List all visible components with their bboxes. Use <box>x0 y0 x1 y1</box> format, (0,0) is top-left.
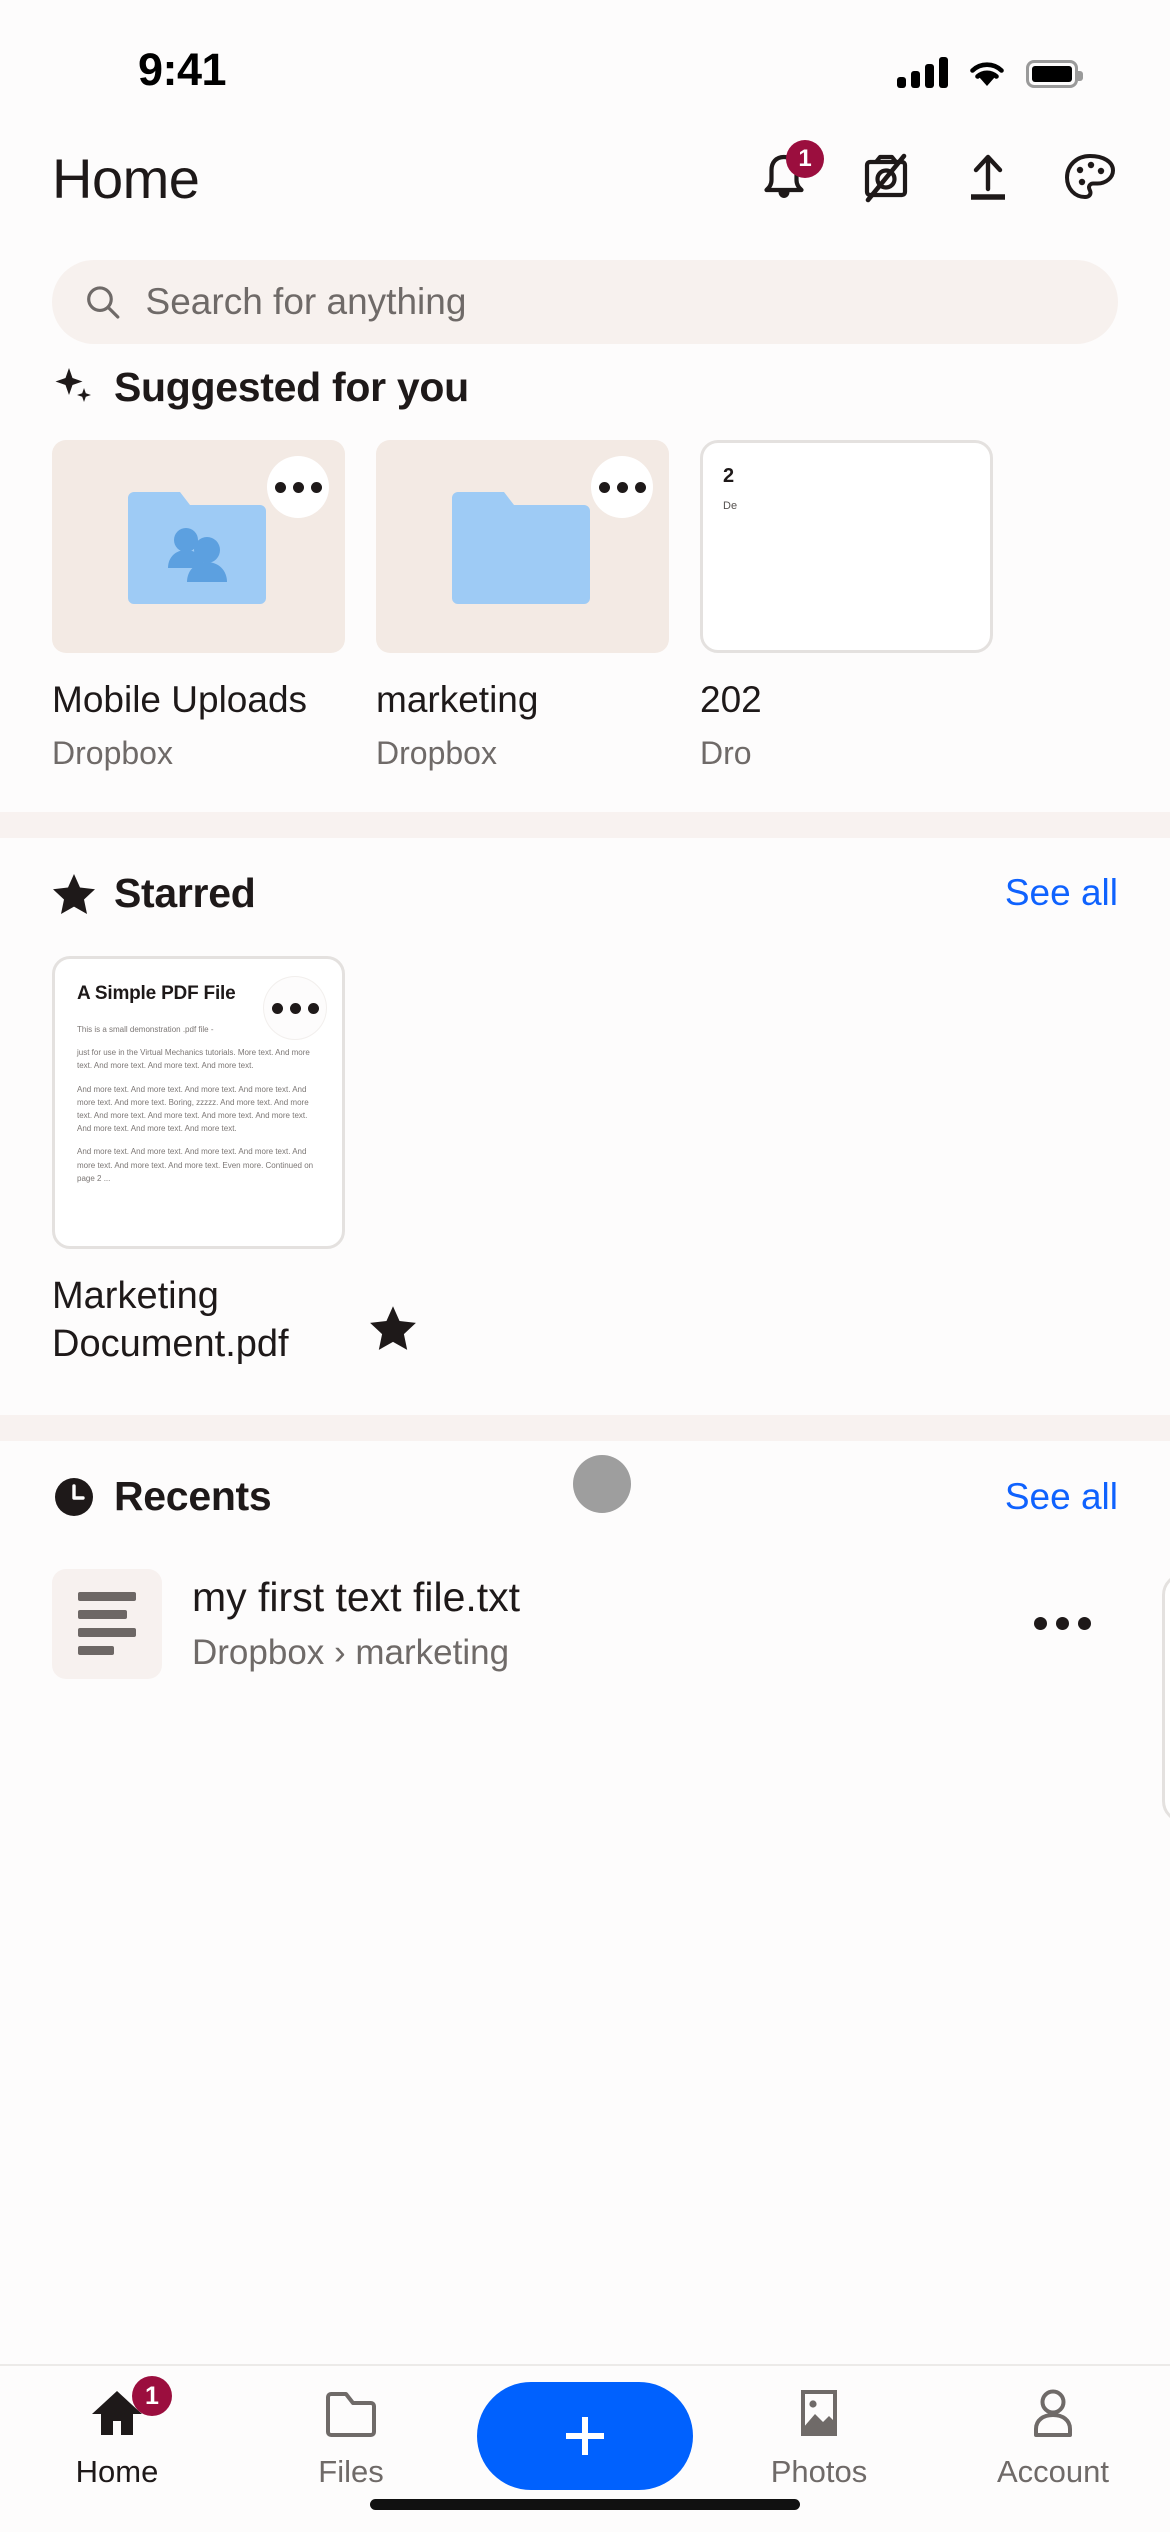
starred-header: Starred See all <box>0 838 1170 948</box>
suggested-card[interactable]: 2 De 202 Dro <box>700 440 993 772</box>
list-item-path: Dropbox › marketing <box>192 1633 510 1673</box>
recents-header: Recents See all <box>0 1441 1170 1553</box>
status-bar-indicators <box>897 48 1083 88</box>
star-icon <box>53 874 95 914</box>
suggested-card-thumbnail <box>52 440 345 653</box>
star-filled-icon[interactable] <box>368 1303 418 1351</box>
camera-uploads-button[interactable] <box>858 150 914 206</box>
search-section <box>0 234 1170 344</box>
tab-files[interactable]: Files <box>234 2382 468 2490</box>
touch-indicator <box>573 1454 631 1513</box>
folder-icon <box>326 2392 376 2437</box>
starred-item[interactable]: A Simple PDF File This is a small demons… <box>52 956 416 1369</box>
camera-slash-icon <box>864 153 908 203</box>
suggested-card[interactable]: marketing Dropbox <box>376 440 669 772</box>
overflow-menu-icon[interactable] <box>267 456 329 518</box>
wifi-icon <box>970 62 1004 86</box>
search-icon <box>87 286 120 319</box>
list-item-name: my first text file.txt <box>192 1574 521 1621</box>
app-screen: 9:41 Home 1 Search for anything Suggeste… <box>0 0 1170 2532</box>
recents-see-all-link[interactable]: See all <box>1005 1476 1118 1518</box>
suggested-carousel[interactable]: Mobile Uploads Dropbox marketing Dropbox… <box>0 430 1170 772</box>
list-item[interactable]: my first text file.txt Dropbox › marketi… <box>52 1568 1132 1679</box>
clock-icon <box>55 1477 93 1516</box>
suggested-card-name: 202 <box>700 679 762 720</box>
tab-files-label: Files <box>318 2454 384 2489</box>
suggested-card-subtitle: Dropbox <box>376 735 497 771</box>
search-input[interactable] <box>145 281 1086 323</box>
pdf-thumbnail: A Simple PDF File This is a small demons… <box>52 956 345 1249</box>
sparkle-icon <box>55 368 91 402</box>
plus-icon <box>566 2417 604 2455</box>
battery-full-icon <box>1026 60 1083 88</box>
pdf-preview-paragraph: just for use in the Virtual Mechanics tu… <box>77 1048 310 1071</box>
notifications-button[interactable]: 1 <box>756 140 824 206</box>
overflow-menu-icon[interactable] <box>264 977 326 1039</box>
pdf-preview-paragraph: And more text. And more text. And more t… <box>77 1084 309 1134</box>
suggested-card-thumbnail: 2 De <box>700 440 993 653</box>
suggested-card-subtitle: Dro <box>700 735 752 771</box>
pdf-preview-paragraph: And more text. And more text. And more t… <box>77 1147 314 1183</box>
create-button[interactable] <box>477 2382 693 2490</box>
signal-bars-icon <box>897 56 948 88</box>
notification-badge: 1 <box>786 140 824 178</box>
recents-list: my first text file.txt Dropbox › marketi… <box>0 1553 1170 1823</box>
home-tab-badge: 1 <box>132 2376 172 2416</box>
recents-title: Recents <box>114 1473 272 1520</box>
folder-icon <box>451 491 590 604</box>
tab-create[interactable] <box>468 2382 702 2490</box>
header-actions: 1 <box>756 140 1118 206</box>
search-bar[interactable] <box>52 260 1118 344</box>
upload-arrow-icon <box>971 154 1005 200</box>
overflow-menu-icon[interactable] <box>1032 1617 1092 1631</box>
photo-icon <box>801 2390 837 2436</box>
suggested-card-thumbnail <box>376 440 669 653</box>
starred-list: A Simple PDF File This is a small demons… <box>0 948 1170 1369</box>
text-file-icon <box>52 1568 162 1679</box>
starred-title: Starred <box>114 869 256 916</box>
section-divider <box>0 812 1170 838</box>
status-bar-time: 9:41 <box>138 44 227 95</box>
suggested-title: Suggested for you <box>114 363 469 410</box>
suggested-header: Suggested for you <box>0 344 1170 430</box>
document-preview-subtitle: De <box>723 500 738 512</box>
upload-button[interactable] <box>960 150 1016 206</box>
list-item-preview-card[interactable] <box>1162 1572 1170 1823</box>
page-title: Home <box>52 146 200 210</box>
tab-account-label: Account <box>996 2454 1109 2489</box>
palette-icon <box>1064 153 1116 200</box>
tab-home-label: Home <box>75 2454 159 2489</box>
pdf-preview-body: This is a small demonstration .pdf file … <box>77 1023 320 1185</box>
theme-button[interactable] <box>1062 150 1118 206</box>
app-header: Home 1 <box>0 122 1170 234</box>
starred-item-meta: Marketing Document.pdf <box>52 1273 512 1369</box>
overflow-menu-icon[interactable] <box>591 456 653 518</box>
suggested-card[interactable]: Mobile Uploads Dropbox <box>52 440 345 772</box>
suggested-card-subtitle: Dropbox <box>52 735 173 771</box>
starred-item-name: Marketing Document.pdf <box>52 1275 289 1365</box>
document-preview-title: 2 <box>723 465 735 487</box>
tab-account[interactable]: Account <box>936 2382 1170 2490</box>
list-item-text: my first text file.txt Dropbox › marketi… <box>192 1574 1002 1673</box>
suggested-card-name: marketing <box>376 679 539 720</box>
tab-home[interactable]: 1 Home <box>0 2376 234 2490</box>
suggested-card-name: Mobile Uploads <box>52 679 308 720</box>
shared-folder-icon <box>127 491 266 604</box>
section-divider <box>0 1414 1170 1441</box>
status-bar: 9:41 <box>0 0 1170 122</box>
starred-see-all-link[interactable]: See all <box>1005 872 1118 914</box>
person-icon <box>1034 2389 1072 2437</box>
tab-photos-label: Photos <box>770 2454 868 2489</box>
tab-photos[interactable]: Photos <box>702 2382 936 2490</box>
home-indicator <box>370 2499 800 2510</box>
